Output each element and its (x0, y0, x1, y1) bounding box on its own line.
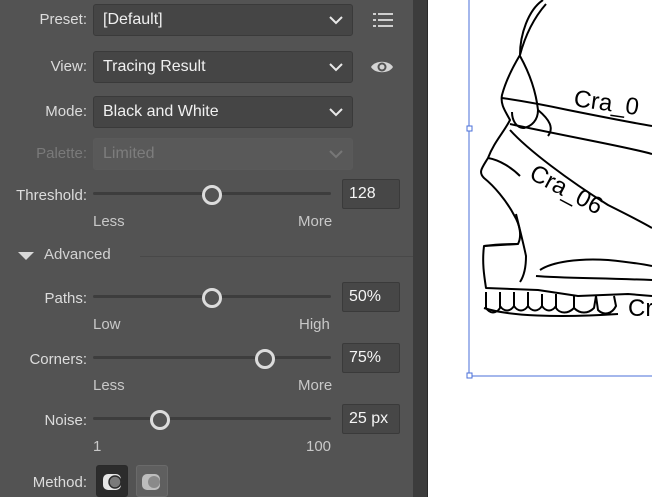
advanced-divider (140, 256, 422, 257)
chevron-down-icon (329, 63, 343, 72)
corners-min-label: Less (93, 377, 125, 394)
corners-value: 75% (349, 349, 382, 366)
canvas-label-cr: Cr (628, 295, 652, 322)
paths-slider-thumb[interactable] (202, 288, 222, 308)
noise-slider[interactable] (93, 417, 331, 420)
canvas-label-cra-0: Cra_0 (572, 85, 640, 121)
threshold-max-label: More (298, 213, 333, 230)
corners-slider[interactable] (93, 356, 331, 359)
view-dropdown[interactable]: Tracing Result (93, 51, 353, 83)
palette-value: Limited (103, 145, 155, 162)
paths-min-label: Low (93, 316, 121, 333)
corners-label: Corners: (29, 351, 87, 368)
preset-value: [Default] (103, 11, 163, 28)
method-overlapping-button[interactable] (136, 465, 168, 497)
palette-dropdown: Limited (93, 138, 353, 170)
advanced-label: Advanced (44, 246, 111, 263)
advanced-toggle[interactable]: Advanced (18, 246, 422, 266)
paths-max-label: High (299, 316, 330, 333)
canvas-label-cra-06: Cra_06 (525, 159, 607, 220)
threshold-min-label: Less (93, 213, 125, 230)
noise-max-label: 100 (306, 438, 332, 455)
traced-skull-artwork[interactable]: Cra_0 Cra_06 Cr (428, 0, 652, 497)
mode-dropdown[interactable]: Black and White (93, 96, 353, 128)
chevron-down-icon (329, 16, 343, 25)
abutting-method-icon (103, 474, 122, 490)
corners-max-label: More (298, 377, 333, 394)
threshold-input[interactable]: 128 (342, 179, 400, 209)
paths-value: 50% (349, 288, 382, 305)
corners-input[interactable]: 75% (342, 343, 400, 373)
noise-slider-thumb[interactable] (149, 410, 170, 430)
overlapping-method-icon (142, 474, 160, 490)
artboard-canvas[interactable]: Cra_0 Cra_06 Cr (428, 0, 652, 497)
palette-label: Palette: (36, 145, 87, 162)
noise-value: 25 px (349, 410, 389, 427)
image-trace-panel: Preset: [Default] View: Tracing Result M… (0, 0, 422, 497)
preset-dropdown[interactable]: [Default] (93, 4, 353, 36)
panel-divider (413, 0, 428, 497)
mode-value: Black and White (103, 103, 219, 120)
method-label: Method: (32, 474, 87, 491)
chevron-down-icon (329, 108, 343, 117)
manage-presets-icon[interactable] (371, 8, 395, 32)
method-abutting-button[interactable] (96, 465, 128, 497)
threshold-label: Threshold: (16, 187, 87, 204)
preset-label: Preset: (39, 11, 87, 28)
corners-slider-thumb[interactable] (254, 349, 275, 369)
view-value: Tracing Result (103, 58, 206, 75)
disclosure-triangle-icon (18, 252, 34, 260)
eye-icon[interactable] (370, 55, 394, 79)
paths-input[interactable]: 50% (342, 282, 400, 312)
chevron-down-icon (329, 150, 343, 159)
noise-label: Noise: (44, 412, 87, 429)
view-label: View: (50, 58, 87, 75)
noise-input[interactable]: 25 px (342, 404, 400, 434)
noise-min-label: 1 (93, 438, 102, 455)
paths-label: Paths: (44, 290, 87, 307)
threshold-slider-thumb[interactable] (202, 185, 222, 205)
mode-label: Mode: (45, 103, 87, 120)
threshold-value: 128 (349, 185, 376, 202)
